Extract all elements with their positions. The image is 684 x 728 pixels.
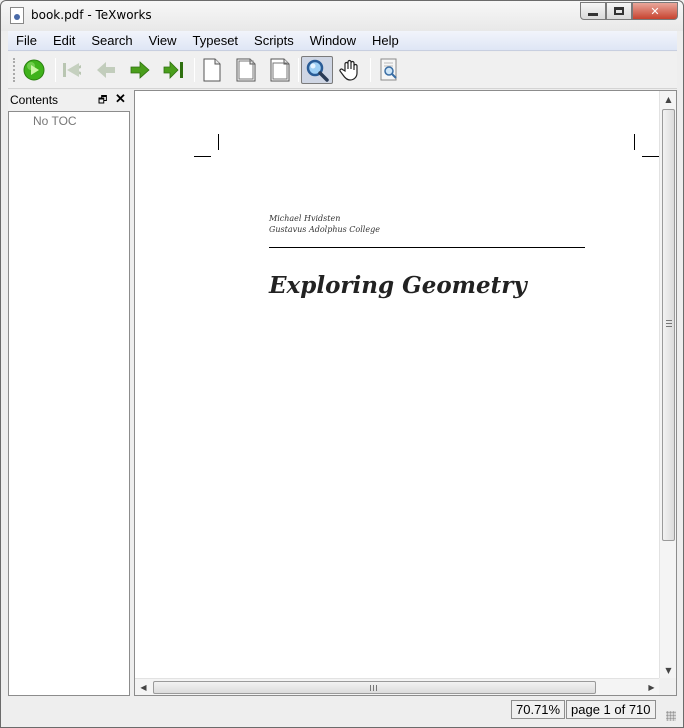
toolbar [8,52,677,89]
next-page-button[interactable] [124,56,156,84]
fit-window-button[interactable] [264,56,296,84]
contents-panel: Contents 🗗 ✕ No TOC [8,90,130,696]
close-button[interactable]: ✕ [632,2,678,20]
first-page-icon [63,63,81,77]
minimize-button[interactable] [580,2,606,20]
float-panel-icon[interactable]: 🗗 [98,93,107,110]
typeset-play-icon [23,59,45,81]
pdf-viewer[interactable]: Michael Hvidsten Gustavus Adolphus Colle… [134,90,677,696]
goto-source-icon [380,58,397,81]
document-author: Michael Hvidsten [269,214,341,223]
fit-width-icon [236,58,256,82]
last-page-button[interactable] [158,56,190,84]
previous-page-button[interactable] [90,56,122,84]
scroll-up-icon[interactable]: ▲ [660,91,676,108]
toolbar-grip[interactable] [13,58,16,82]
scroll-right-icon[interactable]: ▶ [643,679,660,695]
pdf-document-icon [10,7,24,24]
fit-width-button[interactable] [230,56,262,84]
menu-window[interactable]: Window [302,31,364,51]
window-title: book.pdf - TeXworks [31,8,152,22]
window-controls: ✕ [580,2,678,20]
close-panel-icon[interactable]: ✕ [115,91,126,107]
menu-help[interactable]: Help [364,31,407,51]
zoom-level[interactable]: 70.71% [511,700,566,719]
document-title: Exploring Geometry [269,272,527,299]
scroll-left-icon[interactable]: ◀ [135,679,152,695]
toc-list[interactable]: No TOC [8,111,130,696]
title-bar[interactable]: book.pdf - TeXworks ✕ [1,1,683,31]
title-rule [269,247,585,248]
crop-mark [194,156,211,157]
actual-size-button[interactable] [196,56,228,84]
toolbar-separator [298,58,299,82]
next-page-icon [130,61,150,79]
contents-panel-header[interactable]: Contents 🗗 ✕ [8,90,130,110]
grip-icon [370,685,377,691]
resize-grip-icon[interactable] [666,711,676,721]
toolbar-separator [194,58,195,82]
toc-empty-label: No TOC [33,114,77,128]
application-window: book.pdf - TeXworks ✕ File Edit Search V… [0,0,684,728]
fit-window-icon [270,58,290,82]
status-bar: 70.71% page 1 of 710 [8,698,677,722]
document-affiliation: Gustavus Adolphus College [269,225,380,234]
actual-size-icon [203,58,221,82]
hand-scroll-tool-button[interactable] [335,56,367,84]
scrollbar-corner [659,678,676,695]
crop-mark [218,134,219,150]
crop-mark [642,156,660,157]
previous-page-icon [97,62,115,78]
vertical-scroll-thumb[interactable] [662,109,675,541]
menu-edit[interactable]: Edit [45,31,83,51]
maximize-icon [614,7,624,15]
menu-scripts[interactable]: Scripts [246,31,302,51]
vertical-scrollbar[interactable]: ▲ ▼ [659,91,676,679]
magnifier-tool-icon [306,59,329,82]
minimize-icon [588,12,598,16]
page-indicator[interactable]: page 1 of 710 [566,700,656,719]
menu-file[interactable]: File [8,31,45,51]
typeset-button[interactable] [18,56,50,84]
hand-scroll-tool-icon [339,59,358,81]
horizontal-scroll-thumb[interactable] [153,681,596,694]
grip-icon [666,320,672,327]
menu-typeset[interactable]: Typeset [185,31,247,51]
close-icon: ✕ [650,4,660,18]
toolbar-separator [370,58,371,82]
scroll-down-icon[interactable]: ▼ [660,662,676,679]
crop-mark [634,134,635,150]
contents-panel-title: Contents [10,93,59,107]
maximize-button[interactable] [606,2,632,20]
menu-view[interactable]: View [141,31,185,51]
menu-search[interactable]: Search [83,31,140,51]
magnifier-tool-button[interactable] [301,56,333,84]
horizontal-scrollbar[interactable]: ◀ ▶ [135,678,660,695]
first-page-button[interactable] [56,56,88,84]
last-page-icon [163,61,183,79]
menu-bar: File Edit Search View Typeset Scripts Wi… [8,31,677,51]
goto-source-button[interactable] [373,56,405,84]
